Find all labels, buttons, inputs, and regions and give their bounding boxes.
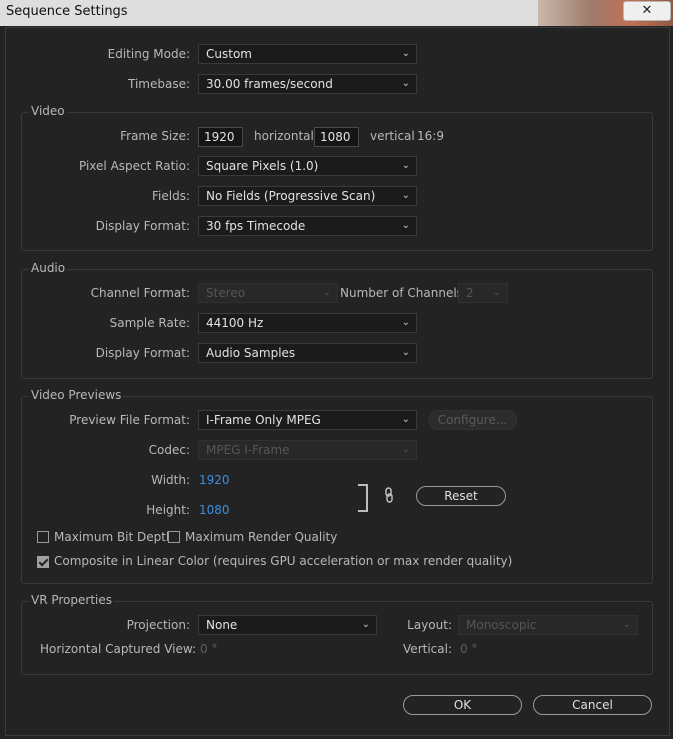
max-bit-depth-checkbox[interactable] [37, 531, 49, 543]
h-captured-view-value: 0 ° [200, 642, 218, 656]
vertical-label: vertical [370, 129, 415, 143]
preview-file-format-value: I-Frame Only MPEG [206, 413, 321, 427]
aspect-ratio-text: 16:9 [417, 129, 444, 143]
preview-file-format-label: Preview File Format: [69, 413, 190, 427]
num-channels-value: 2 [466, 286, 474, 300]
projection-select[interactable]: None ⌄ [198, 615, 377, 635]
sample-rate-label: Sample Rate: [109, 316, 190, 330]
channel-format-select: Stereo ⌄ [198, 283, 338, 303]
height-label: Height: [146, 503, 190, 517]
title-bar: Sequence Settings ✕ [0, 0, 673, 26]
audio-display-format-value: Audio Samples [206, 346, 296, 360]
video-display-format-label: Display Format: [95, 219, 190, 233]
audio-group-title: Audio [29, 261, 68, 275]
video-group-title: Video [29, 104, 67, 118]
link-icon[interactable] [384, 487, 394, 503]
ok-button[interactable]: OK [403, 695, 522, 715]
sequence-settings-dialog: Sequence Settings ✕ Editing Mode: Custom… [0, 0, 673, 739]
chevron-down-icon: ⌄ [401, 414, 410, 425]
video-display-format-select[interactable]: 30 fps Timecode ⌄ [198, 216, 417, 236]
frame-width-input[interactable]: 1920 [198, 127, 243, 147]
chevron-down-icon: ⌄ [401, 48, 410, 59]
close-button[interactable]: ✕ [623, 1, 671, 21]
frame-size-label: Frame Size: [120, 129, 190, 143]
max-render-quality-checkbox[interactable] [168, 531, 180, 543]
layout-label: Layout: [407, 618, 452, 632]
chevron-down-icon: ⌄ [401, 160, 410, 171]
editing-mode-select[interactable]: Custom ⌄ [198, 44, 417, 64]
vertical-view-value: 0 ° [460, 642, 478, 656]
chevron-down-icon: ⌄ [401, 220, 410, 231]
preview-file-format-select[interactable]: I-Frame Only MPEG ⌄ [198, 410, 417, 430]
timebase-value: 30.00 frames/second [206, 77, 333, 91]
link-bracket [358, 484, 368, 512]
fields-select[interactable]: No Fields (Progressive Scan) ⌄ [198, 186, 417, 206]
chevron-down-icon: ⌄ [401, 444, 410, 455]
max-bit-depth-label: Maximum Bit Depth [54, 530, 174, 544]
configure-button: Configure... [428, 410, 517, 430]
max-render-quality-label: Maximum Render Quality [185, 530, 338, 544]
pixel-aspect-ratio-label: Pixel Aspect Ratio: [79, 159, 190, 173]
sample-rate-select[interactable]: 44100 Hz ⌄ [198, 313, 417, 333]
chevron-down-icon: ⌄ [322, 287, 331, 298]
chevron-down-icon: ⌄ [401, 190, 410, 201]
timebase-select[interactable]: 30.00 frames/second ⌄ [198, 74, 417, 94]
chevron-down-icon: ⌄ [401, 317, 410, 328]
frame-height-input[interactable]: 1080 [314, 127, 359, 147]
vertical-view-label: Vertical: [403, 642, 452, 656]
vr-properties-group-title: VR Properties [29, 593, 115, 607]
composite-linear-label: Composite in Linear Color (requires GPU … [54, 554, 513, 568]
codec-select: MPEG I-Frame ⌄ [198, 440, 417, 460]
projection-label: Projection: [126, 618, 190, 632]
preview-width-value[interactable]: 1920 [199, 473, 230, 487]
video-previews-group-title: Video Previews [29, 388, 124, 402]
horizontal-label: horizontal [254, 129, 314, 143]
window-title: Sequence Settings [6, 4, 128, 19]
fields-value: No Fields (Progressive Scan) [206, 189, 376, 203]
pixel-aspect-ratio-select[interactable]: Square Pixels (1.0) ⌄ [198, 156, 417, 176]
video-display-format-value: 30 fps Timecode [206, 219, 306, 233]
chevron-down-icon: ⌄ [401, 78, 410, 89]
chevron-down-icon: ⌄ [492, 287, 501, 298]
pixel-aspect-ratio-value: Square Pixels (1.0) [206, 159, 319, 173]
layout-select: Monoscopic ⌄ [458, 615, 638, 635]
chevron-down-icon: ⌄ [361, 619, 370, 630]
close-icon: ✕ [641, 3, 653, 18]
timebase-label: Timebase: [127, 77, 190, 91]
preview-height-value[interactable]: 1080 [199, 503, 230, 517]
fields-label: Fields: [152, 189, 190, 203]
width-label: Width: [151, 473, 190, 487]
h-captured-view-label: Horizontal Captured View: [40, 642, 197, 656]
channel-format-value: Stereo [206, 286, 246, 300]
projection-value: None [206, 618, 238, 632]
editing-mode-value: Custom [206, 47, 252, 61]
codec-value: MPEG I-Frame [206, 443, 290, 457]
codec-label: Codec: [148, 443, 190, 457]
editing-mode-label: Editing Mode: [107, 47, 190, 61]
audio-display-format-select[interactable]: Audio Samples ⌄ [198, 343, 417, 363]
channel-format-label: Channel Format: [90, 286, 190, 300]
cancel-button[interactable]: Cancel [533, 695, 652, 715]
audio-display-format-label: Display Format: [95, 346, 190, 360]
chevron-down-icon: ⌄ [622, 619, 631, 630]
reset-button[interactable]: Reset [416, 486, 506, 506]
sample-rate-value: 44100 Hz [206, 316, 264, 330]
layout-value: Monoscopic [466, 618, 537, 632]
vr-properties-group [21, 601, 653, 675]
num-channels-select: 2 ⌄ [458, 283, 508, 303]
num-channels-label: Number of Channels: [340, 286, 467, 300]
composite-linear-checkbox[interactable] [37, 556, 49, 568]
chevron-down-icon: ⌄ [401, 347, 410, 358]
